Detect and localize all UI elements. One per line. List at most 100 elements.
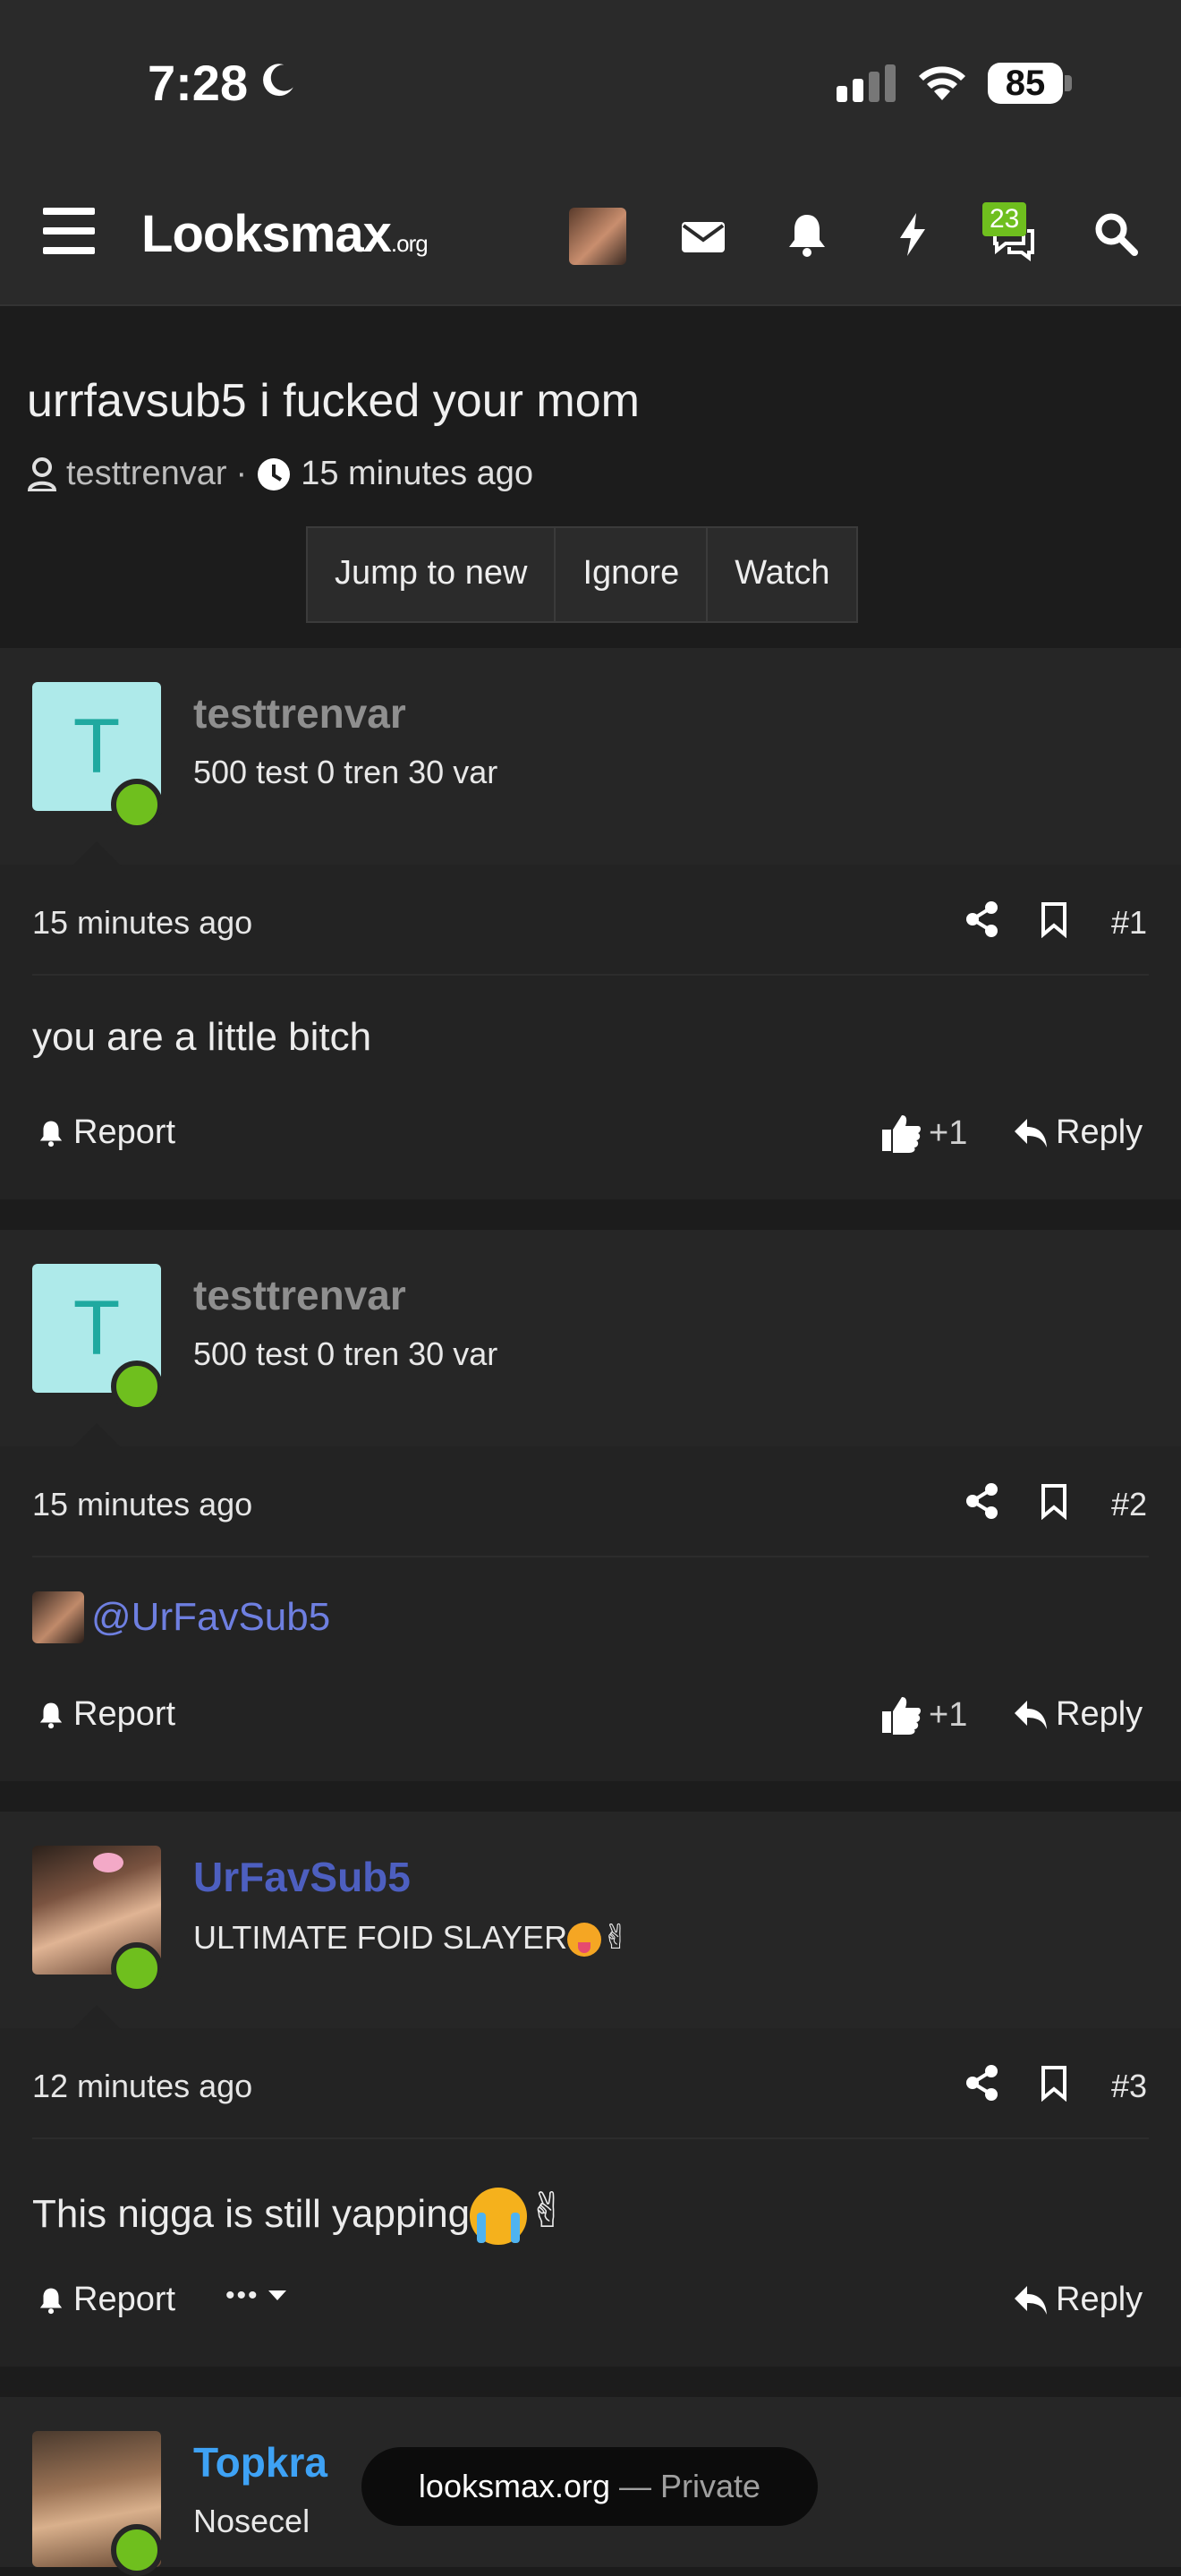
ignore-button[interactable]: Ignore <box>556 528 709 621</box>
status-time: 7:28 <box>148 55 249 111</box>
report-bell-icon <box>39 2288 63 2314</box>
wifi-icon <box>919 66 965 100</box>
share-icon[interactable] <box>964 900 1000 938</box>
post-3-more-menu[interactable]: ••• <box>225 2281 288 2311</box>
thumbs-up-icon <box>882 1115 921 1153</box>
reply-icon <box>1015 1118 1047 1147</box>
post-1-username[interactable]: testtrenvar <box>193 689 406 738</box>
post-1-divider <box>32 974 1149 976</box>
logo-ksmax: ksmax <box>234 205 392 263</box>
thread-meta: testtrenvar · 15 minutes ago <box>27 455 533 493</box>
post-2-number[interactable]: #2 <box>1111 1486 1147 1523</box>
post-2-reply-button[interactable]: Reply <box>1013 1695 1143 1734</box>
site-logo[interactable]: Looksmax.org <box>141 204 429 264</box>
post-1-like-button[interactable]: +1 <box>880 1113 967 1153</box>
account-avatar[interactable] <box>569 208 626 265</box>
post-1-time[interactable]: 15 minutes ago <box>32 904 252 942</box>
pink-bow-icon <box>93 1853 123 1872</box>
thread-time: 15 minutes ago <box>301 455 534 492</box>
menu-icon[interactable] <box>43 208 95 256</box>
thumbs-up-icon <box>882 1697 921 1735</box>
victory-hand-emoji-icon: ✌ <box>601 1919 630 1957</box>
logo-domain: .org <box>390 230 429 257</box>
logo-oo: oo <box>172 205 234 263</box>
reply-icon <box>1015 1700 1047 1729</box>
post-2-report-button[interactable]: Report <box>36 1695 175 1734</box>
squinting-tongue-emoji-icon <box>567 1923 602 1958</box>
post-2-online-indicator <box>111 1361 163 1412</box>
post-3-username[interactable]: UrFavSub5 <box>193 1853 411 1901</box>
post-3-pointer <box>72 2005 122 2030</box>
post-3-reply-button[interactable]: Reply <box>1013 2281 1143 2319</box>
thread-author[interactable]: testtrenvar <box>66 455 227 493</box>
bookmark-icon[interactable] <box>1040 900 1068 938</box>
conversations-badge: 23 <box>982 202 1027 236</box>
post-3-divider <box>32 2137 1149 2139</box>
browser-url-pill[interactable]: looksmax.org — Private <box>361 2447 818 2526</box>
report-label: Report <box>73 1695 176 1733</box>
post-2-username[interactable]: testtrenvar <box>193 1271 406 1319</box>
post-1-user-block <box>0 648 1181 865</box>
share-icon[interactable] <box>964 2064 1000 2102</box>
bookmark-icon[interactable] <box>1040 2064 1068 2102</box>
url-private-label: — Private <box>610 2468 761 2504</box>
report-bell-icon <box>39 1121 63 1147</box>
clock-icon <box>258 457 291 490</box>
post-2-pointer <box>72 1423 122 1448</box>
report-label: Report <box>73 2281 176 2318</box>
logo-l: L <box>141 205 173 263</box>
post-1-pointer <box>72 841 122 866</box>
lightning-icon[interactable] <box>888 209 938 260</box>
reply-label: Reply <box>1056 1695 1143 1733</box>
thread-actions: Jump to new Ignore Watch <box>306 526 859 623</box>
jump-to-new-button[interactable]: Jump to new <box>308 528 557 621</box>
post-4-user-title: Nosecel <box>193 2503 310 2539</box>
loudly-crying-emoji-icon <box>470 2188 528 2246</box>
reply-label: Reply <box>1056 1113 1143 1151</box>
victory-hand-emoji-icon: ✌ <box>527 2184 568 2238</box>
post-3-online-indicator <box>111 1942 163 1994</box>
bookmark-icon[interactable] <box>1040 1482 1068 1520</box>
post-2-divider <box>32 1556 1149 1557</box>
more-dots: ••• <box>225 2281 259 2310</box>
post-2-mention-link[interactable]: @UrFavSub5 <box>91 1595 330 1640</box>
reply-label: Reply <box>1056 2281 1143 2318</box>
post-3-number[interactable]: #3 <box>1111 2068 1147 2105</box>
post-1-number[interactable]: #1 <box>1111 904 1147 942</box>
url-site: looksmax.org <box>418 2468 611 2504</box>
report-label: Report <box>73 1113 176 1151</box>
post-3-user-title: ULTIMATE FOID SLAYER ✌ <box>193 1917 630 1958</box>
bell-icon[interactable] <box>782 209 832 260</box>
mail-icon[interactable] <box>678 211 728 261</box>
meta-separator: · <box>235 455 248 492</box>
battery-nub <box>1065 75 1072 91</box>
search-icon[interactable] <box>1092 209 1142 260</box>
post-2-user-block <box>0 1230 1181 1446</box>
thread-title: urrfavsub5 i fucked your mom <box>27 375 640 427</box>
moon-icon <box>263 64 293 97</box>
battery-indicator: 85 <box>988 63 1063 104</box>
post-3-report-button[interactable]: Report <box>36 2281 175 2319</box>
user-icon <box>27 456 57 491</box>
report-bell-icon <box>39 1702 63 1728</box>
post-2-user-title: 500 test 0 tren 30 var <box>193 1335 498 1372</box>
like-count: +1 <box>929 1695 968 1734</box>
post-1-body: you are a little bitch <box>32 1015 372 1059</box>
post-1-online-indicator <box>111 779 163 831</box>
chevron-down-icon <box>268 2290 286 2300</box>
cellular-signal-icon <box>837 64 901 102</box>
post-3-body: This nigga is still yapping ✌ <box>32 2182 568 2246</box>
post-3-time[interactable]: 12 minutes ago <box>32 2068 252 2105</box>
watch-button[interactable]: Watch <box>708 528 856 621</box>
post-2-time[interactable]: 15 minutes ago <box>32 1486 252 1523</box>
post-1-report-button[interactable]: Report <box>36 1113 175 1152</box>
post-3-body-text: This nigga is still yapping <box>32 2192 471 2236</box>
share-icon[interactable] <box>964 1482 1000 1520</box>
post-2-like-button[interactable]: +1 <box>880 1695 967 1735</box>
mention-avatar <box>32 1591 84 1643</box>
user-title-text: ULTIMATE FOID SLAYER <box>193 1919 568 1956</box>
like-count: +1 <box>929 1113 968 1152</box>
post-1-reply-button[interactable]: Reply <box>1013 1113 1143 1152</box>
reply-icon <box>1015 2285 1047 2315</box>
post-4-username[interactable]: Topkra <box>193 2438 327 2486</box>
